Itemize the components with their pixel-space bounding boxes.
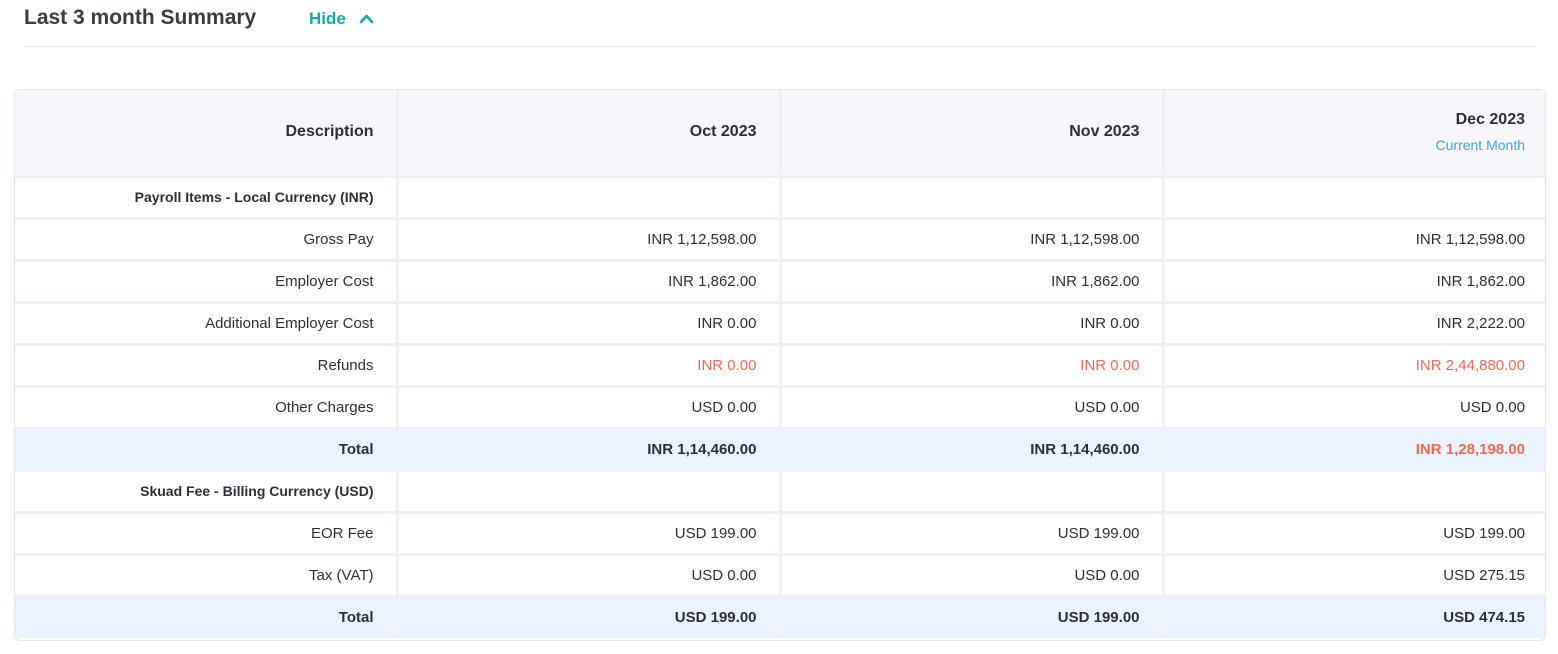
table-row: Employer Cost INR 1,862.00 INR 1,862.00 … [15, 260, 1545, 304]
cell-value: INR 1,862.00 [397, 260, 782, 304]
section-title: Skuad Fee - Billing Currency (USD) [15, 470, 399, 514]
table-row: EOR Fee USD 199.00 USD 199.00 USD 199.00 [15, 512, 1545, 556]
total-label: Total [15, 428, 399, 472]
column-header-month: Oct 2023 [397, 90, 782, 178]
total-value: INR 1,14,460.00 [397, 428, 782, 472]
cell-value: USD 0.00 [780, 554, 1165, 598]
section-title: Payroll Items - Local Currency (INR) [15, 176, 399, 220]
cell-value: USD 199.00 [397, 512, 782, 556]
table-row: Gross Pay INR 1,12,598.00 INR 1,12,598.0… [15, 218, 1545, 262]
summary-table-card: Description Oct 2023 Nov 2023 Dec 2023 C… [14, 89, 1546, 641]
cell-value: USD 0.00 [397, 386, 782, 430]
cell-value: INR 1,862.00 [1163, 260, 1545, 304]
total-row: Total USD 199.00 USD 199.00 USD 474.15 [15, 596, 1545, 638]
cell-value: INR 1,12,598.00 [1163, 218, 1545, 262]
cell-value: INR 1,12,598.00 [780, 218, 1165, 262]
table-header-row: Description Oct 2023 Nov 2023 Dec 2023 C… [15, 90, 1545, 178]
total-value-negative: INR 1,28,198.00 [1163, 428, 1545, 472]
total-label: Total [15, 596, 399, 638]
current-month-label: Current Month [1435, 137, 1525, 154]
cell-value: USD 0.00 [1163, 386, 1545, 430]
column-header-description: Description [15, 90, 399, 178]
chevron-up-icon [359, 14, 374, 24]
summary-header: Last 3 month Summary Hide [24, 0, 1536, 47]
cell-value: USD 275.15 [1163, 554, 1545, 598]
hide-summary-button[interactable]: Hide [309, 9, 374, 29]
row-label: Employer Cost [15, 260, 399, 304]
table-row: Refunds INR 0.00 INR 0.00 INR 2,44,880.0… [15, 344, 1545, 388]
cell-value: INR 1,12,598.00 [397, 218, 782, 262]
total-value: INR 1,14,460.00 [780, 428, 1165, 472]
row-label: Additional Employer Cost [15, 302, 399, 346]
row-label: Other Charges [15, 386, 399, 430]
total-value: USD 474.15 [1163, 596, 1545, 638]
row-label: Gross Pay [15, 218, 399, 262]
total-row: Total INR 1,14,460.00 INR 1,14,460.00 IN… [15, 428, 1545, 472]
cell-value-negative: INR 0.00 [397, 344, 782, 388]
table-row: Additional Employer Cost INR 0.00 INR 0.… [15, 302, 1545, 346]
table-row: Other Charges USD 0.00 USD 0.00 USD 0.00 [15, 386, 1545, 430]
cell-value: INR 0.00 [397, 302, 782, 346]
total-value: USD 199.00 [397, 596, 782, 638]
row-label: EOR Fee [15, 512, 399, 556]
summary-table: Description Oct 2023 Nov 2023 Dec 2023 C… [15, 90, 1545, 638]
hide-label: Hide [309, 9, 346, 28]
cell-value: INR 0.00 [780, 302, 1165, 346]
cell-value: USD 199.00 [780, 512, 1165, 556]
column-header-month: Nov 2023 [780, 90, 1165, 178]
table-row: Tax (VAT) USD 0.00 USD 0.00 USD 275.15 [15, 554, 1545, 598]
column-header-month: Dec 2023 Current Month [1163, 90, 1545, 178]
cell-value: USD 0.00 [397, 554, 782, 598]
page-title: Last 3 month Summary [24, 6, 257, 29]
row-label: Refunds [15, 344, 399, 388]
cell-value: USD 0.00 [780, 386, 1165, 430]
cell-value: USD 199.00 [1163, 512, 1545, 556]
cell-value-negative: INR 2,44,880.00 [1163, 344, 1545, 388]
section-row: Skuad Fee - Billing Currency (USD) [15, 470, 1545, 514]
cell-value: INR 2,222.00 [1163, 302, 1545, 346]
cell-value-negative: INR 0.00 [780, 344, 1165, 388]
total-value: USD 199.00 [780, 596, 1165, 638]
cell-value: INR 1,862.00 [780, 260, 1165, 304]
section-row: Payroll Items - Local Currency (INR) [15, 176, 1545, 220]
row-label: Tax (VAT) [15, 554, 399, 598]
